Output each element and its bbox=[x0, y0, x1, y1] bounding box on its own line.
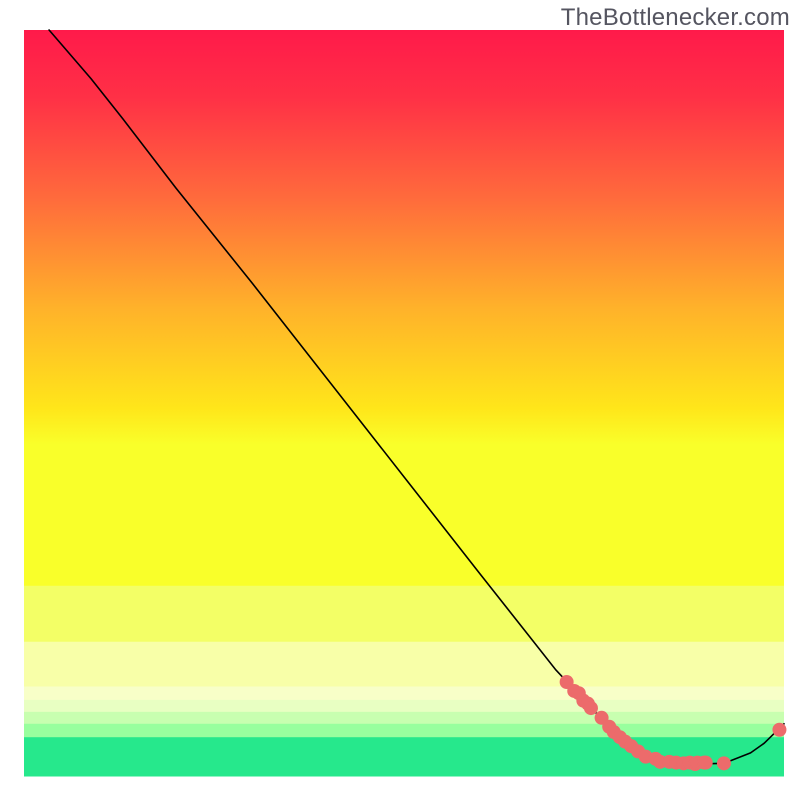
color-band bbox=[24, 586, 784, 642]
data-point bbox=[717, 756, 731, 770]
color-band bbox=[24, 700, 784, 712]
bottom-color-bands bbox=[24, 586, 784, 777]
color-band bbox=[24, 712, 784, 724]
gradient-background bbox=[24, 30, 784, 587]
data-point bbox=[772, 723, 786, 737]
plot-area bbox=[24, 30, 786, 777]
color-band bbox=[24, 642, 784, 687]
data-point bbox=[699, 756, 713, 770]
data-point bbox=[584, 701, 598, 715]
bottleneck-chart bbox=[0, 0, 800, 800]
watermark-text: TheBottlenecker.com bbox=[561, 4, 790, 32]
color-band bbox=[24, 686, 784, 700]
color-band bbox=[24, 724, 784, 738]
chart-container: TheBottlenecker.com bbox=[0, 0, 800, 800]
